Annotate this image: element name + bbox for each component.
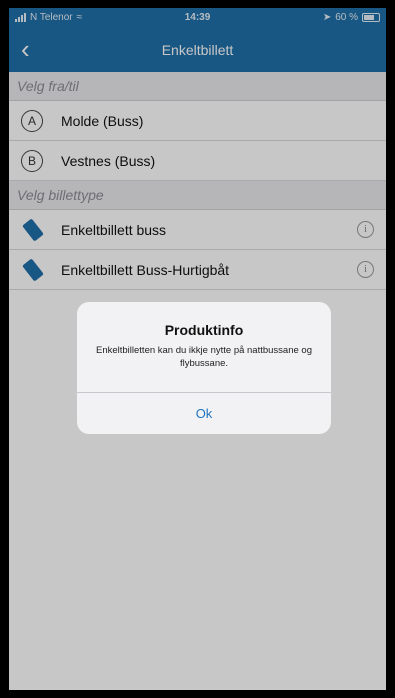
product-info-alert: Produktinfo Enkeltbilletten kan du ikkje… — [77, 302, 331, 434]
alert-message: Enkeltbilletten kan du ikkje nytte på na… — [95, 345, 312, 369]
phone-screen: N Telenor ≈ 14:39 ➤ 60 % ‹ Enkeltbillett… — [9, 8, 386, 690]
alert-title: Produktinfo — [164, 322, 244, 338]
ok-button[interactable]: Ok — [77, 393, 331, 434]
